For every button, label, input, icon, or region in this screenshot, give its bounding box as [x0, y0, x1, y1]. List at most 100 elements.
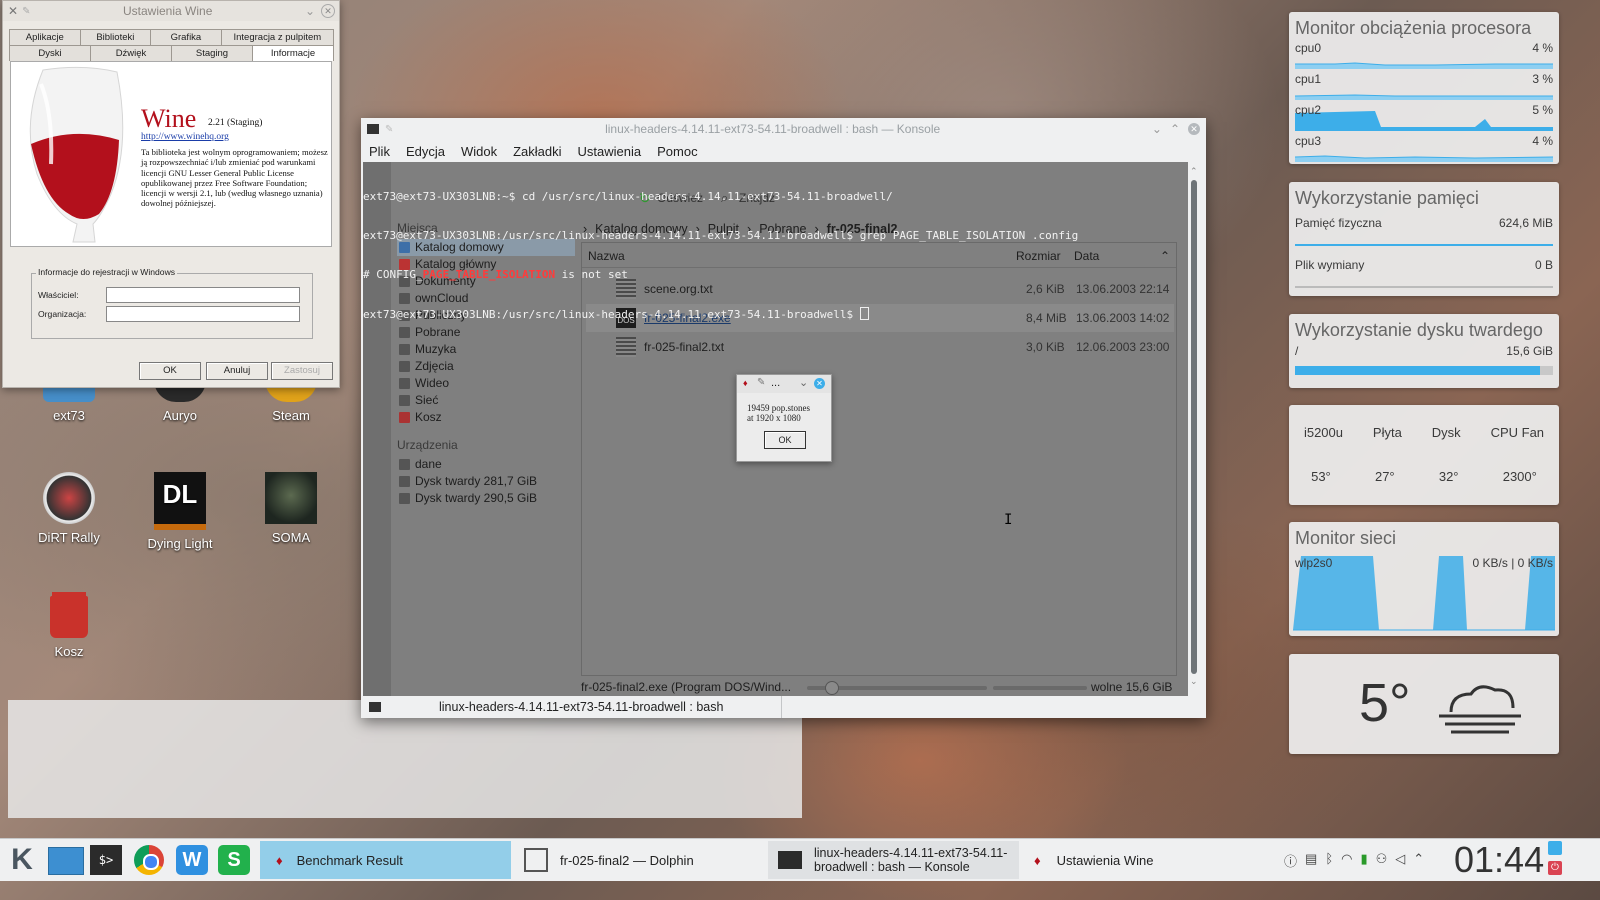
wifi-icon[interactable]: ◠: [1341, 851, 1352, 870]
cpu-monitor-widget[interactable]: Monitor obciążenia procesora cpu0 4 % cp…: [1289, 12, 1559, 164]
owner-field[interactable]: [106, 287, 300, 303]
bluetooth-icon[interactable]: ᛒ: [1325, 851, 1333, 870]
tab-informacje[interactable]: Informacje: [252, 45, 334, 61]
cpu-row: cpu1 3 %: [1289, 72, 1559, 103]
status-text: fr-025-final2.exe (Program DOS/Wind...: [581, 680, 792, 694]
terminal-scrollbar[interactable]: ⌃ ⌄: [1190, 166, 1198, 688]
desktop-icon-soma[interactable]: SOMA: [246, 472, 336, 545]
menu-plik[interactable]: Plik: [369, 144, 390, 159]
devices-header: Urządzenia: [397, 438, 458, 452]
desktop-icon-dying-light[interactable]: DL Dying Light: [135, 472, 225, 551]
desktop-pager-icon[interactable]: [48, 847, 84, 875]
chevron-down-icon[interactable]: ⌄: [305, 4, 315, 18]
sensors-widget[interactable]: i5200u Płyta Dysk CPU Fan 53° 27° 32° 23…: [1289, 405, 1559, 505]
window-title: linux-headers-4.14.11-ext73-54.11-broadw…: [605, 122, 941, 136]
expand-tray-chevron-icon[interactable]: ⌃: [1413, 851, 1424, 870]
tab-grafika[interactable]: Grafika: [150, 29, 222, 45]
task-benchmark-result[interactable]: ♦ Benchmark Result: [260, 841, 511, 879]
wine-titlebar: ✕ ✎ Ustawienia Wine ⌄ ✕: [3, 1, 339, 21]
tab-integracja[interactable]: Integracja z pulpitem: [220, 29, 334, 45]
wps-writer-icon[interactable]: W: [176, 845, 208, 875]
sensor-value: 32°: [1438, 469, 1459, 484]
place-kosz[interactable]: Kosz: [397, 409, 575, 426]
battery-icon[interactable]: ▮: [1360, 851, 1367, 870]
organization-field[interactable]: [106, 306, 300, 322]
close-icon[interactable]: ✕: [321, 4, 335, 18]
task-wine-settings[interactable]: ♦ Ustawienia Wine: [1022, 841, 1273, 879]
cpu-graph: [1295, 111, 1553, 131]
place-zdjecia[interactable]: Zdjęcia: [397, 358, 575, 375]
tab-dzwiek[interactable]: Dźwięk: [90, 45, 172, 61]
device-label: Dysk twardy 290,5 GiB: [415, 491, 538, 505]
wine-icon: ♦: [1034, 852, 1041, 868]
disk-value: 15,6 GiB: [1506, 344, 1553, 358]
winehq-link[interactable]: http://www.winehq.org: [141, 132, 229, 142]
cpu-name: cpu3: [1295, 134, 1322, 148]
owner-label: Właściciel:: [38, 290, 79, 300]
tab-biblioteki[interactable]: Biblioteki: [79, 29, 152, 45]
terminal-launcher-icon[interactable]: $>: [90, 845, 122, 875]
info-icon[interactable]: ⓘ: [1284, 851, 1297, 870]
chrome-icon[interactable]: [134, 845, 164, 875]
menu-widok[interactable]: Widok: [461, 144, 497, 159]
chevron-down-icon[interactable]: ⌄: [799, 376, 808, 389]
tab-staging[interactable]: Staging: [171, 45, 253, 61]
desktop-icon-dirt-rally[interactable]: DiRT Rally: [24, 472, 114, 545]
scroll-up-arrow[interactable]: ⌃: [1190, 166, 1198, 177]
volume-icon[interactable]: ◁: [1395, 851, 1405, 870]
tools-icon: ✕: [8, 4, 19, 18]
device-label: dane: [415, 457, 442, 471]
menu-pomoc[interactable]: Pomoc: [657, 144, 697, 159]
menu-edycja[interactable]: Edycja: [406, 144, 445, 159]
kde-launcher-icon[interactable]: K: [6, 844, 38, 876]
device-dane[interactable]: dane: [397, 456, 575, 473]
weather-widget[interactable]: 5°: [1289, 654, 1559, 754]
file-date: 13.06.2003 14:02: [1076, 311, 1170, 325]
file-date: 12.06.2003 23:00: [1076, 340, 1170, 354]
terminal-tab[interactable]: linux-headers-4.14.11-ext73-54.11-broadw…: [361, 696, 782, 718]
pin-icon[interactable]: ✎: [22, 6, 30, 17]
close-icon[interactable]: ✕: [814, 378, 825, 389]
place-siec[interactable]: Sieć: [397, 392, 575, 409]
scrollbar-thumb[interactable]: [1191, 180, 1197, 674]
ok-button[interactable]: OK: [139, 362, 201, 380]
drive-icon: [399, 493, 410, 504]
tab-dyski[interactable]: Dyski: [9, 45, 91, 61]
lock-screen-icon[interactable]: [1548, 841, 1562, 855]
pin-icon[interactable]: ✎: [757, 377, 765, 388]
menu-zakladki[interactable]: Zakładki: [513, 144, 561, 159]
device-disk-1[interactable]: Dysk twardy 281,7 GiB: [397, 473, 575, 490]
task-label: Ustawienia Wine: [1056, 852, 1154, 868]
zoom-slider-handle[interactable]: [825, 681, 839, 695]
tab-aplikacje[interactable]: Aplikacje: [9, 29, 81, 45]
close-icon[interactable]: ✕: [1188, 123, 1200, 135]
task-konsole[interactable]: linux-headers-4.14.11-ext73-54.11-broadw…: [768, 841, 1019, 879]
place-wideo[interactable]: Wideo: [397, 375, 575, 392]
popup-ok-button[interactable]: OK: [764, 431, 806, 449]
network-icon[interactable]: ⚇: [1376, 851, 1388, 870]
menu-ustawienia[interactable]: Ustawienia: [578, 144, 642, 159]
chevron-up-icon[interactable]: ⌃: [1170, 122, 1180, 136]
scroll-down-arrow[interactable]: ⌄: [1190, 676, 1198, 687]
network-monitor-widget[interactable]: Monitor sieci wlp2s0 0 KB/s | 0 KB/s: [1289, 522, 1559, 636]
cancel-button[interactable]: Anuluj: [206, 362, 268, 380]
chevron-down-icon[interactable]: ⌄: [1152, 122, 1162, 136]
trash-icon: [399, 412, 410, 423]
device-disk-2[interactable]: Dysk twardy 290,5 GiB: [397, 490, 575, 507]
clipboard-icon[interactable]: ▤: [1305, 851, 1317, 870]
disk-usage-widget[interactable]: Wykorzystanie dysku twardego / 15,6 GiB: [1289, 314, 1559, 388]
memory-widget[interactable]: Wykorzystanie pamięci Pamięć fizyczna 62…: [1289, 182, 1559, 296]
task-label: fr-025-final2 — Dolphin: [560, 852, 694, 868]
wps-spreadsheet-icon[interactable]: S: [218, 845, 250, 875]
task-dolphin[interactable]: fr-025-final2 — Dolphin: [514, 841, 765, 879]
sort-chevron-up-icon[interactable]: ⌃: [1160, 249, 1170, 263]
pin-icon[interactable]: ✎: [385, 124, 393, 135]
terminal-cursor: [859, 307, 869, 320]
zoom-slider[interactable]: [807, 681, 987, 695]
terminal-output[interactable]: ext73@ext73-UX303LNB:~$ cd /usr/src/linu…: [363, 164, 1078, 347]
apply-button[interactable]: Zastosuj: [271, 362, 333, 380]
clock[interactable]: 01:44: [1454, 839, 1544, 881]
power-icon[interactable]: ⏻: [1548, 861, 1562, 875]
cpu-name: cpu2: [1295, 103, 1322, 117]
desktop-icon-trash[interactable]: Kosz: [24, 592, 114, 659]
